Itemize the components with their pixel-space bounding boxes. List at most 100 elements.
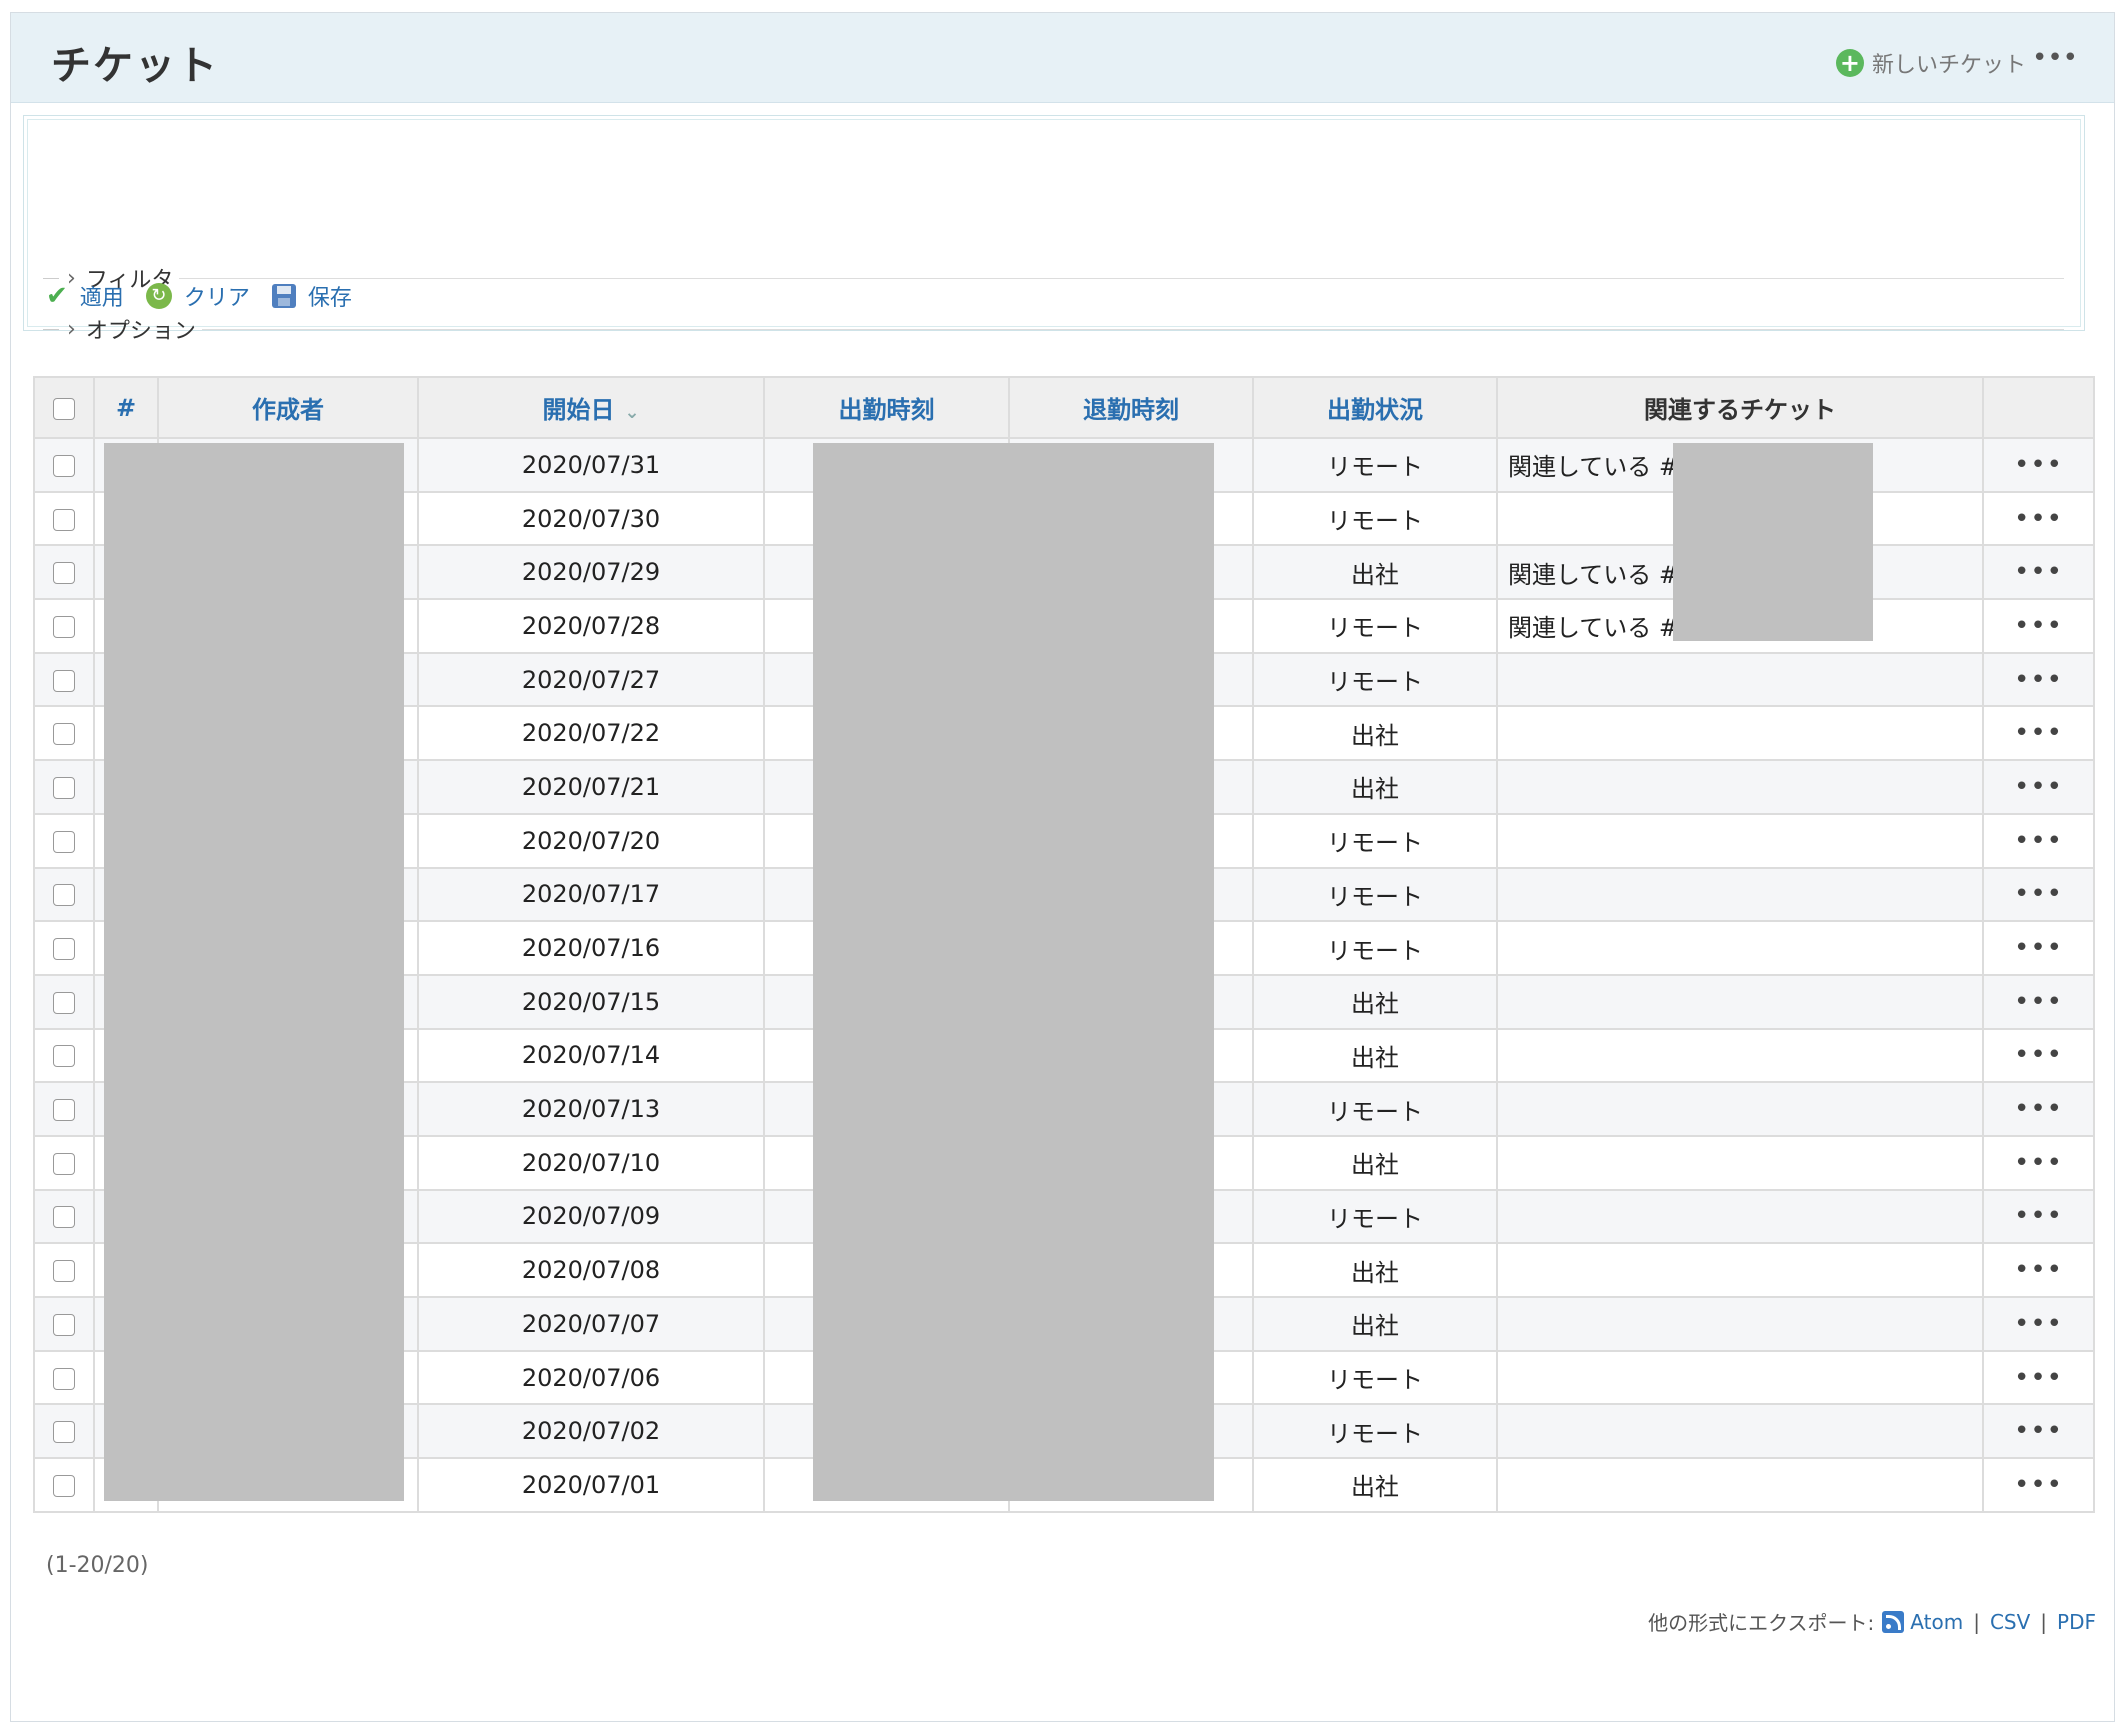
page-header: チケット + 新しいチケット ••• xyxy=(11,13,2114,103)
attendance-cell: 出社 xyxy=(1252,973,1498,1030)
row-actions-cell: ••• xyxy=(1982,920,2095,976)
pagination-info: (1-20/20) xyxy=(46,1553,149,1578)
sort-desc-icon: ⌄ xyxy=(624,402,640,423)
attendance-cell: リモート xyxy=(1252,1081,1498,1137)
row-checkbox-cell xyxy=(33,1403,95,1460)
row-more-icon[interactable]: ••• xyxy=(2014,1255,2063,1285)
rss-icon xyxy=(1882,1610,1905,1633)
select-all-checkbox[interactable] xyxy=(53,397,75,420)
row-more-icon[interactable]: ••• xyxy=(2014,1309,2063,1339)
row-checkbox[interactable] xyxy=(53,669,75,692)
row-checkbox-cell xyxy=(33,1296,95,1352)
start-date-cell: 2020/07/10 xyxy=(417,1134,765,1191)
related-cell xyxy=(1496,866,1984,923)
select-all-cell xyxy=(33,376,95,439)
new-ticket-link[interactable]: + 新しいチケット xyxy=(1835,47,2026,79)
redacted-time-columns xyxy=(813,443,1214,1501)
attendance-cell: 出社 xyxy=(1252,1457,1498,1513)
row-checkbox[interactable] xyxy=(53,1206,75,1229)
row-checkbox[interactable] xyxy=(53,884,75,907)
column-header-id[interactable]: # xyxy=(93,376,159,439)
row-checkbox[interactable] xyxy=(53,1367,75,1390)
row-actions-cell: ••• xyxy=(1982,705,2095,762)
column-header-start-date[interactable]: 開始日 ⌄ xyxy=(417,376,765,439)
column-header-actions xyxy=(1982,376,2095,439)
attendance-cell: 出社 xyxy=(1252,1296,1498,1352)
start-date-cell: 2020/07/07 xyxy=(417,1296,765,1352)
row-more-icon[interactable]: ••• xyxy=(2014,879,2063,909)
row-checkbox-cell xyxy=(33,1081,95,1137)
row-checkbox-cell xyxy=(33,1134,95,1191)
export-atom-link[interactable]: Atom xyxy=(1910,1610,1963,1634)
row-more-icon[interactable]: ••• xyxy=(2014,933,2063,963)
row-actions-cell: ••• xyxy=(1982,1027,2095,1084)
row-checkbox-cell xyxy=(33,598,95,654)
row-actions-cell: ••• xyxy=(1982,544,2095,601)
row-checkbox-cell xyxy=(33,1349,95,1406)
header-more-icon[interactable]: ••• xyxy=(2032,43,2078,73)
column-header-clock-in[interactable]: 出勤時刻 xyxy=(763,376,1010,439)
row-more-icon[interactable]: ••• xyxy=(2014,504,2063,534)
start-date-cell: 2020/07/21 xyxy=(417,759,765,815)
row-checkbox[interactable] xyxy=(53,1421,75,1444)
row-more-icon[interactable]: ••• xyxy=(2014,1416,2063,1446)
row-more-icon[interactable]: ••• xyxy=(2014,718,2063,748)
row-more-icon[interactable]: ••• xyxy=(2014,450,2063,480)
row-checkbox[interactable] xyxy=(53,508,75,531)
related-cell xyxy=(1496,920,1984,976)
row-checkbox[interactable] xyxy=(53,1260,75,1283)
row-more-icon[interactable]: ••• xyxy=(2014,1470,2063,1500)
export-csv-link[interactable]: CSV xyxy=(1990,1610,2030,1634)
row-more-icon[interactable]: ••• xyxy=(2014,987,2063,1017)
row-checkbox[interactable] xyxy=(53,723,75,746)
row-more-icon[interactable]: ••• xyxy=(2014,611,2063,641)
row-checkbox-cell xyxy=(33,1457,95,1513)
row-more-icon[interactable]: ••• xyxy=(2014,1040,2063,1070)
row-checkbox[interactable] xyxy=(53,991,75,1014)
row-more-icon[interactable]: ••• xyxy=(2014,1201,2063,1231)
row-more-icon[interactable]: ••• xyxy=(2014,1148,2063,1178)
row-actions-cell: ••• xyxy=(1982,1296,2095,1352)
attendance-cell: 出社 xyxy=(1252,1242,1498,1298)
save-button[interactable]: 保存 xyxy=(271,280,352,312)
related-cell xyxy=(1496,759,1984,815)
column-header-attendance[interactable]: 出勤状況 xyxy=(1252,376,1498,439)
attendance-cell: リモート xyxy=(1252,1349,1498,1406)
attendance-cell: リモート xyxy=(1252,1188,1498,1245)
attendance-cell: リモート xyxy=(1252,490,1498,547)
column-header-author[interactable]: 作成者 xyxy=(157,376,419,439)
related-cell xyxy=(1496,1296,1984,1352)
options-legend: オプション xyxy=(85,319,196,344)
row-checkbox[interactable] xyxy=(53,562,75,585)
clear-button[interactable]: ↻ クリア xyxy=(145,280,250,312)
start-date-cell: 2020/07/06 xyxy=(417,1349,765,1406)
export-pdf-link[interactable]: PDF xyxy=(2057,1610,2096,1634)
row-checkbox[interactable] xyxy=(53,1152,75,1175)
row-checkbox[interactable] xyxy=(53,830,75,853)
row-checkbox[interactable] xyxy=(53,1045,75,1068)
row-more-icon[interactable]: ••• xyxy=(2014,1363,2063,1393)
row-actions-cell: ••• xyxy=(1982,1188,2095,1245)
row-checkbox[interactable] xyxy=(53,1474,75,1497)
row-checkbox-cell xyxy=(33,973,95,1030)
options-toggle[interactable]: › オプション xyxy=(43,314,2064,344)
row-checkbox[interactable] xyxy=(53,454,75,477)
row-more-icon[interactable]: ••• xyxy=(2014,557,2063,587)
attendance-cell: 出社 xyxy=(1252,759,1498,815)
column-header-clock-out[interactable]: 退勤時刻 xyxy=(1008,376,1254,439)
row-more-icon[interactable]: ••• xyxy=(2014,665,2063,695)
row-checkbox[interactable] xyxy=(53,938,75,961)
row-checkbox[interactable] xyxy=(53,776,75,799)
row-actions-cell: ••• xyxy=(1982,651,2095,708)
row-more-icon[interactable]: ••• xyxy=(2014,1094,2063,1124)
start-date-cell: 2020/07/20 xyxy=(417,812,765,869)
row-checkbox[interactable] xyxy=(53,615,75,638)
start-date-cell: 2020/07/28 xyxy=(417,598,765,654)
row-more-icon[interactable]: ••• xyxy=(2014,772,2063,802)
row-more-icon[interactable]: ••• xyxy=(2014,826,2063,856)
row-checkbox[interactable] xyxy=(53,1313,75,1336)
apply-button[interactable]: ✔ 適用 xyxy=(46,280,124,312)
attendance-cell: リモート xyxy=(1252,1403,1498,1460)
row-checkbox[interactable] xyxy=(53,1099,75,1122)
row-checkbox-cell xyxy=(33,812,95,869)
